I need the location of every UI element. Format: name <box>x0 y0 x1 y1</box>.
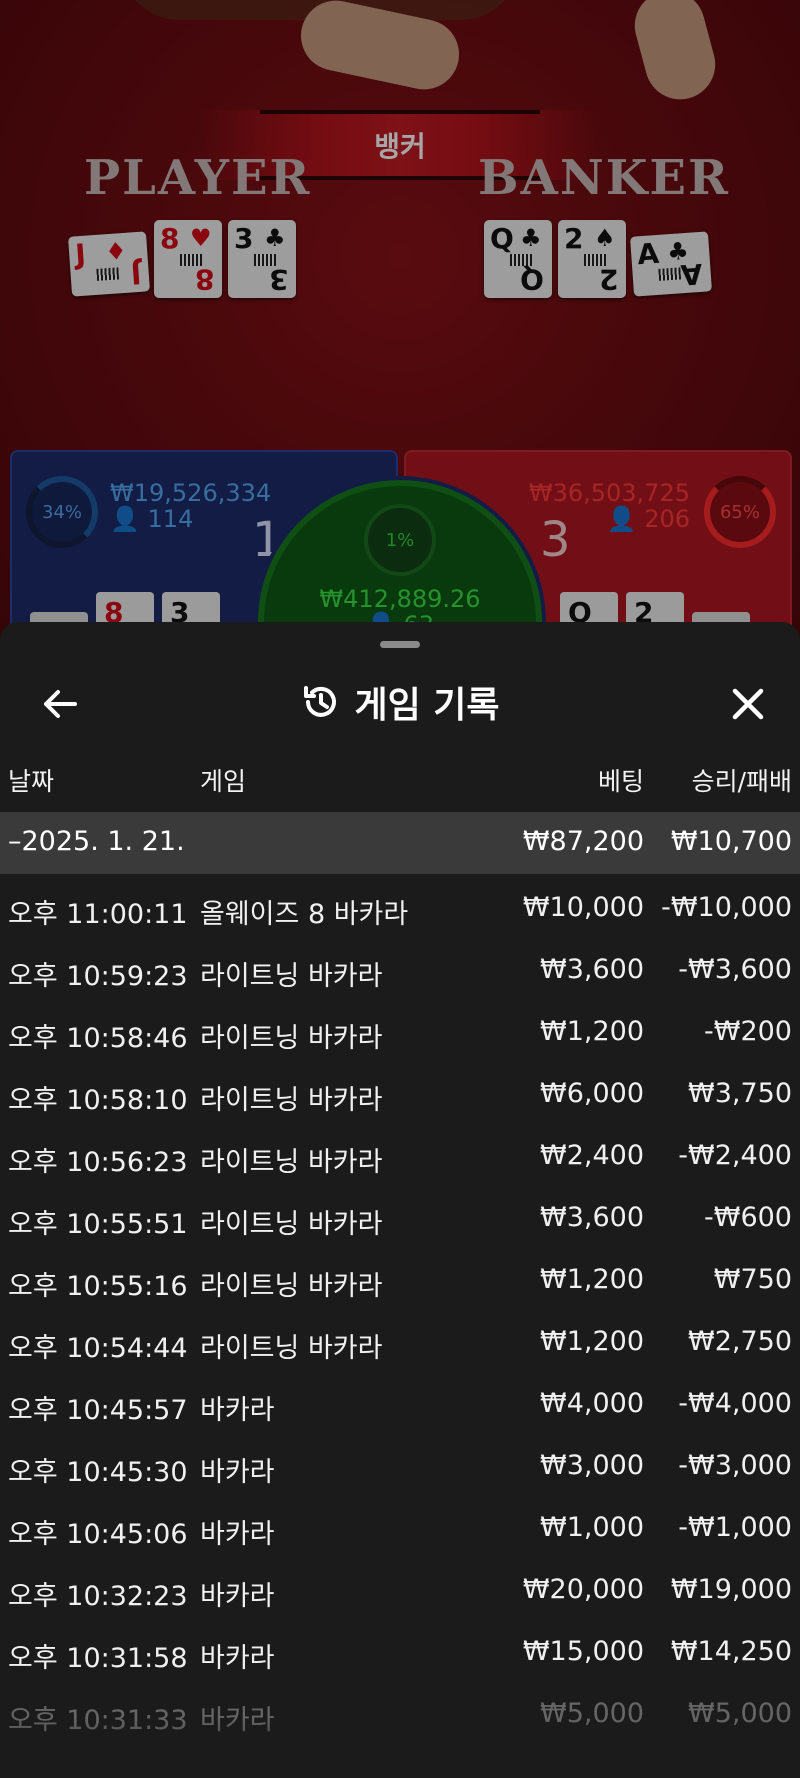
game-history-sheet: 게임 기록 날짜 게임 베팅 승리/패배 –2025. 1. 21. ₩87,2… <box>0 622 800 1778</box>
day-label: –2025. 1. 21. <box>8 826 185 857</box>
row-game: 바카라 <box>200 1643 275 1674</box>
row-bet: ₩5,000 <box>540 1698 644 1729</box>
row-bet: ₩15,000 <box>522 1636 644 1667</box>
history-row[interactable]: 오후 10:59:23 라이트닝 바카라 ₩3,600 -₩3,600 <box>0 936 800 998</box>
history-row[interactable]: 오후 10:45:06 바카라 ₩1,000 -₩1,000 <box>0 1494 800 1556</box>
row-game: 라이트닝 바카라 <box>200 1209 383 1240</box>
row-result: -₩4,000 <box>678 1388 792 1419</box>
sheet-title: 게임 기록 <box>354 685 500 726</box>
row-time: 오후 10:55:51 <box>8 1209 188 1240</box>
row-result: -₩3,600 <box>678 954 792 985</box>
row-result: ₩5,000 <box>688 1698 792 1729</box>
history-list: 오후 11:00:11 올웨이즈 8 바카라 ₩10,000 -₩10,000 오후 1… <box>0 874 800 1742</box>
row-game: 라이트닝 바카라 <box>200 1147 383 1178</box>
column-header-game: 게임 <box>200 767 247 796</box>
row-time: 오후 10:58:10 <box>8 1085 188 1116</box>
row-time: 오후 10:56:23 <box>8 1147 188 1178</box>
row-result: -₩1,000 <box>678 1512 792 1543</box>
row-time: 오후 10:55:16 <box>8 1271 188 1302</box>
row-bet: ₩1,200 <box>540 1326 644 1357</box>
row-result: ₩14,250 <box>670 1636 792 1667</box>
row-game: 바카라 <box>200 1457 275 1488</box>
row-bet: ₩1,000 <box>540 1512 644 1543</box>
row-result: -₩2,400 <box>678 1140 792 1171</box>
row-time: 오후 10:54:44 <box>8 1333 188 1364</box>
row-result: -₩10,000 <box>661 892 792 923</box>
game-table-background: 뱅커 PLAYER BANKER J ♦ J 8 ♥ 8 3 ♣ 3 Q ♣ Q 2 ♠ … <box>0 0 800 640</box>
close-button[interactable] <box>716 674 780 734</box>
row-result: ₩3,750 <box>688 1078 792 1109</box>
row-bet: ₩3,600 <box>540 954 644 985</box>
history-row[interactable]: 오후 10:32:23 바카라 ₩20,000 ₩19,000 <box>0 1556 800 1618</box>
history-row[interactable]: 오후 10:58:10 라이트닝 바카라 ₩6,000 ₩3,750 <box>0 1060 800 1122</box>
row-result: ₩750 <box>713 1264 792 1295</box>
row-game: 바카라 <box>200 1519 275 1550</box>
row-time: 오후 10:45:57 <box>8 1395 188 1426</box>
row-time: 오후 10:45:30 <box>8 1457 188 1488</box>
history-row[interactable]: 오후 10:55:16 라이트닝 바카라 ₩1,200 ₩750 <box>0 1246 800 1308</box>
history-row[interactable]: 오후 10:54:44 라이트닝 바카라 ₩1,200 ₩2,750 <box>0 1308 800 1370</box>
row-time: 오후 11:00:11 <box>8 899 188 930</box>
column-headers: 날짜 게임 베팅 승리/패배 <box>0 748 800 808</box>
row-bet: ₩6,000 <box>540 1078 644 1109</box>
column-header-result: 승리/패배 <box>691 767 792 796</box>
background-dim-overlay[interactable] <box>0 0 800 640</box>
row-bet: ₩10,000 <box>522 892 644 923</box>
row-time: 오후 10:31:33 <box>8 1705 188 1736</box>
sheet-header: 게임 기록 <box>0 660 800 748</box>
row-bet: ₩3,000 <box>540 1450 644 1481</box>
day-summary-row[interactable]: –2025. 1. 21. ₩87,200 ₩10,700 <box>0 812 800 874</box>
row-time: 오후 10:31:58 <box>8 1643 188 1674</box>
row-time: 오후 10:45:06 <box>8 1519 188 1550</box>
row-game: 라이트닝 바카라 <box>200 961 383 992</box>
row-game: 라이트닝 바카라 <box>200 1085 383 1116</box>
row-time: 오후 10:58:46 <box>8 1023 188 1054</box>
history-row[interactable]: 오후 10:55:51 라이트닝 바카라 ₩3,600 -₩600 <box>0 1184 800 1246</box>
row-time: 오후 10:32:23 <box>8 1581 188 1612</box>
row-result: -₩200 <box>704 1016 792 1047</box>
row-game: 바카라 <box>200 1705 275 1736</box>
row-bet: ₩1,200 <box>540 1016 644 1047</box>
column-header-date: 날짜 <box>8 767 55 796</box>
drag-handle[interactable] <box>380 641 420 648</box>
close-icon <box>732 688 764 720</box>
row-result: ₩2,750 <box>688 1326 792 1357</box>
history-row[interactable]: 오후 10:45:57 바카라 ₩4,000 -₩4,000 <box>0 1370 800 1432</box>
row-bet: ₩20,000 <box>522 1574 644 1605</box>
history-row[interactable]: 오후 10:31:33 바카라 ₩5,000 ₩5,000 <box>0 1680 800 1742</box>
history-row[interactable]: 오후 10:56:23 라이트닝 바카라 ₩2,400 -₩2,400 <box>0 1122 800 1184</box>
history-row[interactable]: 오후 10:58:46 라이트닝 바카라 ₩1,200 -₩200 <box>0 998 800 1060</box>
history-row[interactable]: 오후 10:31:58 바카라 ₩15,000 ₩14,250 <box>0 1618 800 1680</box>
history-row[interactable]: 오후 10:45:30 바카라 ₩3,000 -₩3,000 <box>0 1432 800 1494</box>
row-bet: ₩3,600 <box>540 1202 644 1233</box>
day-result-total: ₩10,700 <box>670 826 792 857</box>
row-game: 라이트닝 바카라 <box>200 1333 383 1364</box>
row-game: 바카라 <box>200 1581 275 1612</box>
column-header-bet: 베팅 <box>597 767 644 796</box>
day-bet-total: ₩87,200 <box>522 826 644 857</box>
row-result: -₩3,000 <box>678 1450 792 1481</box>
row-bet: ₩4,000 <box>540 1388 644 1419</box>
row-bet: ₩1,200 <box>540 1264 644 1295</box>
row-game: 바카라 <box>200 1395 275 1426</box>
row-result: -₩600 <box>704 1202 792 1233</box>
row-game: 올웨이즈 8 바카라 <box>200 899 409 930</box>
row-game: 라이트닝 바카라 <box>200 1023 383 1054</box>
row-result: ₩19,000 <box>670 1574 792 1605</box>
history-row[interactable]: 오후 11:00:11 올웨이즈 8 바카라 ₩10,000 -₩10,000 <box>0 874 800 936</box>
row-game: 라이트닝 바카라 <box>200 1271 383 1302</box>
row-time: 오후 10:59:23 <box>8 961 188 992</box>
sheet-title-wrap: 게임 기록 <box>0 676 800 728</box>
row-bet: ₩2,400 <box>540 1140 644 1171</box>
history-icon <box>304 686 337 717</box>
